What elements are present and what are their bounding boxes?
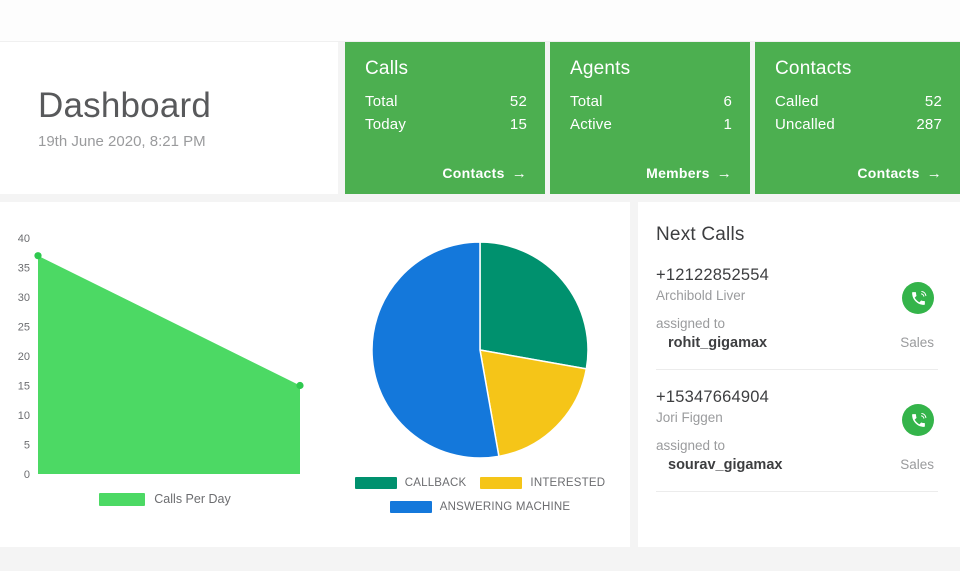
legend-label-answering-machine: ANSWERING MACHINE	[439, 501, 571, 513]
stat-row-agents-total: Total 6	[570, 93, 732, 110]
arrow-right-icon: →	[511, 164, 527, 182]
call-assigned-label: assigned to	[656, 316, 726, 331]
next-calls-panel: Next Calls +12122852554 Archibold Liver …	[638, 202, 960, 547]
stat-card-contacts-title: Contacts	[775, 58, 852, 79]
area-chart-y-axis: 0 5 10 15 20 25 30 35 40	[18, 233, 30, 481]
arrow-right-icon: →	[716, 164, 732, 182]
stat-card-agents[interactable]: Agents Total 6 Active 1 Members →	[550, 42, 750, 194]
legend-label-interested: INTERESTED	[530, 477, 606, 489]
stat-label: Uncalled	[775, 116, 835, 133]
area-data-point	[34, 252, 42, 260]
next-calls-title: Next Calls	[656, 224, 745, 245]
pie-slice	[479, 241, 589, 370]
phone-call-glyph	[911, 290, 926, 305]
call-bottom-row: rohit_gigamax Sales	[656, 335, 938, 351]
legend-swatch-calls-per-day	[99, 492, 146, 506]
stat-label: Total	[570, 93, 603, 110]
page-title: Dashboard	[38, 85, 212, 125]
area-chart-svg: 0 5 10 15 20 25 30 35 40	[18, 233, 304, 481]
stat-card-calls-title: Calls	[365, 58, 409, 79]
svg-text:40: 40	[18, 233, 30, 245]
stat-label: Total	[365, 93, 398, 110]
call-list-divider	[656, 369, 938, 370]
pie-chart-legend: CALLBACK INTERESTED ANSWERING MACHINE	[330, 477, 630, 513]
calls-per-day-area-chart: 0 5 10 15 20 25 30 35 40 Calls Per Day	[0, 224, 330, 524]
pie-legend-item-answering-machine: ANSWERING MACHINE	[389, 501, 571, 513]
call-department: Sales	[900, 457, 934, 472]
stat-card-contacts[interactable]: Contacts Called 52 Uncalled 287 Contacts…	[755, 42, 960, 194]
stat-row-contacts-called: Called 52	[775, 93, 942, 110]
stat-value: 287	[916, 116, 942, 133]
svg-text:5: 5	[24, 440, 30, 452]
title-card: Dashboard 19th June 2020, 8:21 PM	[0, 42, 338, 194]
stat-row-contacts-uncalled: Uncalled 287	[775, 116, 942, 133]
stat-card-agents-title: Agents	[570, 58, 631, 79]
content-row: 0 5 10 15 20 25 30 35 40 Calls Per Day CALLBACK	[0, 202, 960, 547]
legend-label-calls-per-day: Calls Per Day	[154, 492, 231, 506]
stat-label: Called	[775, 93, 819, 110]
stat-card-agents-link[interactable]: Members →	[570, 165, 732, 181]
stat-value: 52	[509, 93, 527, 110]
call-phone-number: +15347664904	[656, 388, 769, 406]
call-phone-number: +12122852554	[656, 266, 769, 284]
call-department: Sales	[900, 335, 934, 350]
pie-slices	[371, 241, 589, 459]
next-call-item[interactable]: +15347664904 Jori Figgen assigned to sou…	[656, 388, 938, 491]
stat-value: 15	[509, 116, 527, 133]
pie-slice	[371, 241, 500, 459]
stat-value: 1	[723, 116, 732, 133]
stat-row-calls-today: Today 15	[365, 116, 527, 133]
legend-swatch-interested	[480, 477, 523, 489]
legend-swatch-answering-machine	[389, 501, 432, 513]
legend-swatch-callback	[354, 477, 397, 489]
stat-row-agents-active: Active 1	[570, 116, 732, 133]
stat-label: Active	[570, 116, 613, 133]
svg-text:20: 20	[18, 351, 30, 363]
phone-call-glyph	[911, 412, 926, 427]
arrow-right-icon: →	[926, 164, 942, 182]
legend-label-callback: CALLBACK	[404, 477, 467, 489]
stat-link-label: Contacts	[857, 165, 920, 181]
call-assigned-label: assigned to	[656, 438, 726, 453]
call-agent-name: rohit_gigamax	[668, 335, 768, 351]
call-list-divider	[656, 491, 938, 492]
top-bar	[0, 0, 960, 42]
stat-card-calls-link[interactable]: Contacts →	[365, 165, 527, 181]
pie-legend-item-callback: CALLBACK	[354, 477, 467, 489]
svg-text:25: 25	[18, 322, 30, 334]
page-subtitle-datetime: 19th June 2020, 8:21 PM	[38, 133, 206, 151]
svg-text:35: 35	[18, 263, 30, 275]
area-chart-legend: Calls Per Day	[0, 492, 330, 506]
call-contact-name: Archibold Liver	[656, 288, 746, 303]
stat-row-calls-total: Total 52	[365, 93, 527, 110]
stat-value: 6	[723, 93, 732, 110]
pie-legend-item-interested: INTERESTED	[480, 477, 605, 489]
call-bottom-row: sourav_gigamax Sales	[656, 457, 938, 473]
area-fill	[38, 255, 300, 474]
call-agent-name: sourav_gigamax	[668, 457, 783, 473]
svg-text:0: 0	[24, 469, 30, 481]
stat-card-contacts-link[interactable]: Contacts →	[775, 165, 942, 181]
call-outcomes-pie-chart: CALLBACK INTERESTED ANSWERING MACHINE	[330, 232, 630, 532]
call-contact-name: Jori Figgen	[656, 410, 723, 425]
next-call-item[interactable]: +12122852554 Archibold Liver assigned to…	[656, 266, 938, 369]
stat-link-label: Members	[646, 165, 710, 181]
area-chart-plot	[34, 252, 304, 474]
pie-chart-svg	[371, 241, 589, 459]
stat-card-calls[interactable]: Calls Total 52 Today 15 Contacts →	[345, 42, 545, 194]
dashboard-app: Dashboard 19th June 2020, 8:21 PM Calls …	[0, 0, 960, 571]
phone-call-icon[interactable]	[902, 404, 934, 436]
svg-text:15: 15	[18, 381, 30, 393]
header-row: Dashboard 19th June 2020, 8:21 PM Calls …	[0, 42, 960, 194]
stat-link-label: Contacts	[442, 165, 505, 181]
charts-panel: 0 5 10 15 20 25 30 35 40 Calls Per Day CALLBACK	[0, 202, 630, 547]
svg-text:30: 30	[18, 292, 30, 304]
svg-text:10: 10	[18, 410, 30, 422]
area-data-point	[296, 381, 304, 390]
stat-value: 52	[924, 93, 942, 110]
stat-label: Today	[365, 116, 407, 133]
phone-call-icon[interactable]	[902, 282, 934, 314]
